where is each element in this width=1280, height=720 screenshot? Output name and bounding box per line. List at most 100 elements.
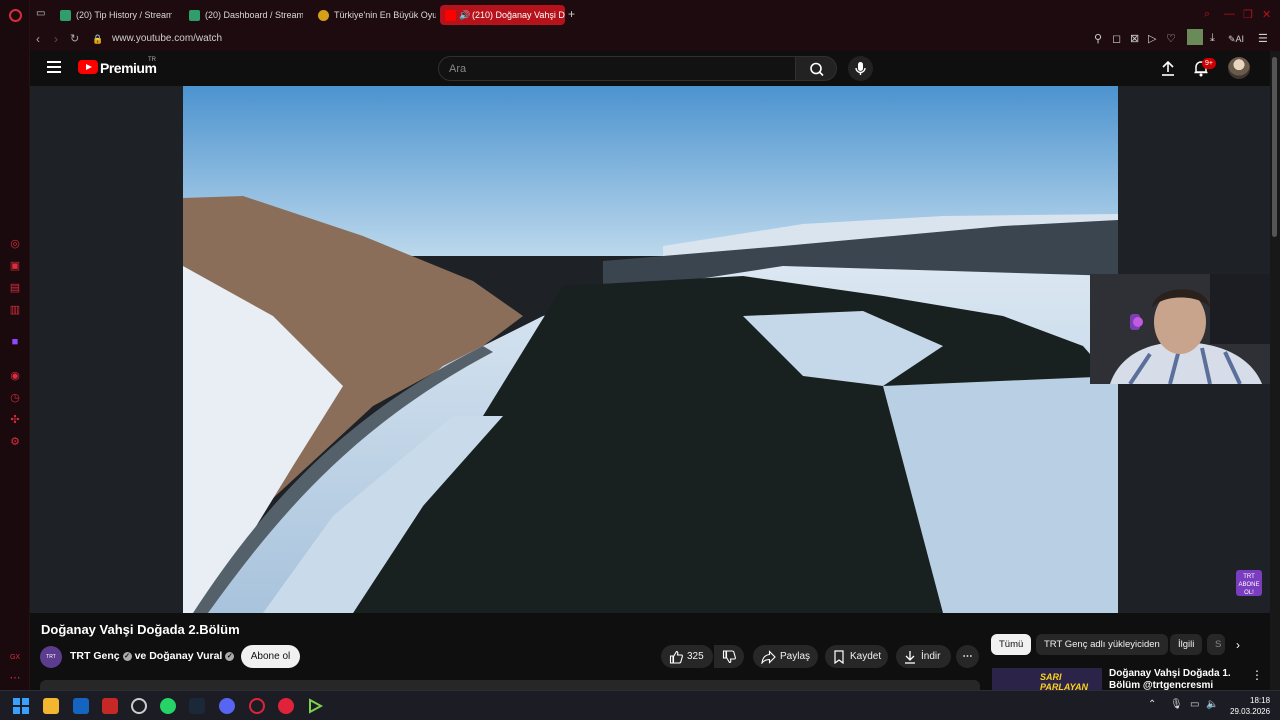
more-vertical-icon[interactable]: ⋮ [1251, 668, 1263, 682]
download-button[interactable]: İndir [896, 645, 951, 668]
thumbs-down-icon [722, 650, 736, 664]
clock[interactable]: 18:18 29.03.2026 [1230, 695, 1270, 717]
channel-name-secondary[interactable]: Doğanay Vural [149, 650, 222, 662]
close-icon[interactable]: ✕ [1262, 8, 1271, 21]
upload-icon[interactable] [1160, 59, 1176, 77]
sidebar-history-icon[interactable]: ◷ [9, 392, 21, 404]
microphone-icon [855, 62, 866, 75]
sidebar-player-icon[interactable]: ◉ [9, 370, 21, 382]
recommendation-title[interactable]: Doğanay Vahşi Doğada 1. Bölüm @trtgencre… [1109, 668, 1239, 692]
bookmark-pin-icon[interactable]: ⚲ [1094, 32, 1102, 45]
streamlabs-favicon-icon [60, 10, 71, 21]
new-tab-button[interactable]: + [568, 7, 575, 21]
sidebar-messenger-icon[interactable]: ▤ [9, 282, 21, 294]
subscribe-button[interactable]: Abone ol [241, 645, 300, 668]
tray-mic-icon[interactable]: 🎙 [1170, 699, 1183, 710]
search-input[interactable] [449, 61, 779, 77]
address-bar: ‹ › ↻ 🔒 www.youtube.com/watch ⚲ ◻ ⊠ ▷ ♡ … [30, 29, 1280, 51]
tab-turkiye-oyun[interactable]: Türkiye'nin En Büyük Oyu [312, 5, 436, 25]
reload-icon[interactable]: ↻ [70, 32, 79, 45]
channel-name-primary[interactable]: TRT Genç [70, 650, 120, 662]
video-frame[interactable] [183, 86, 1118, 613]
account-avatar[interactable] [1228, 57, 1250, 79]
youtube-favicon-icon [445, 10, 456, 21]
easy-setup-icon[interactable]: ☰ [1258, 32, 1268, 45]
sidebar-settings-icon[interactable]: ⚙ [9, 436, 21, 448]
discord-icon[interactable] [219, 698, 235, 714]
sidebar-more-icon[interactable]: ⋯ [9, 672, 21, 684]
chip-truncated[interactable]: S [1207, 634, 1225, 655]
youtube-header: Premium TR 9+ [30, 51, 1270, 86]
url-field[interactable]: www.youtube.com/watch [112, 33, 222, 44]
tab-youtube-active[interactable]: 🔊 (210) Doğanay Vahşi D [440, 5, 565, 25]
app-blue-icon[interactable] [73, 698, 89, 714]
extension-avatar-icon[interactable] [1187, 29, 1203, 45]
snapshot-icon[interactable]: ◻ [1112, 32, 1121, 45]
chip-all[interactable]: Tümü [991, 634, 1032, 655]
network-icon[interactable]: ▭ [1190, 699, 1199, 710]
forward-icon[interactable]: › [54, 32, 58, 46]
scrollbar-thumb[interactable] [1272, 57, 1277, 237]
share-button[interactable]: Paylaş [753, 645, 818, 668]
volume-icon[interactable]: 🔈 [1206, 699, 1218, 710]
app-green-arrow-icon[interactable] [307, 698, 324, 714]
heart-icon[interactable]: ♡ [1166, 32, 1176, 45]
clock-time: 18:18 [1250, 696, 1271, 705]
search-tabs-icon[interactable]: ⌕ [1204, 8, 1210, 21]
streamer-webcam-image [1090, 274, 1270, 384]
sidebar-app-icon[interactable]: ▥ [9, 304, 21, 316]
steam-icon[interactable] [189, 698, 205, 714]
player-icon[interactable]: ▷ [1148, 32, 1156, 45]
more-actions-button[interactable]: ⋯ [956, 645, 979, 668]
sidebar-aria-icon[interactable]: ◎ [9, 238, 21, 250]
save-button[interactable]: Kaydet [825, 645, 888, 668]
adblock-icon[interactable]: ⊠ [1130, 32, 1139, 45]
tab-label: Türkiye'nin En Büyük Oyu [334, 10, 436, 20]
tray-expand-icon[interactable]: ⌃ [1148, 699, 1156, 710]
opera-logo-icon[interactable] [9, 9, 22, 22]
obs-icon[interactable] [131, 698, 147, 714]
video-scene-image [183, 86, 1118, 613]
opera-gx-icon[interactable] [249, 698, 265, 714]
tab-dashboard[interactable]: (20) Dashboard / Streamla [183, 5, 303, 25]
tab-tip-history[interactable]: (20) Tip History / Streamla [54, 5, 172, 25]
whatsapp-icon[interactable] [160, 698, 176, 714]
lock-icon: 🔒 [92, 34, 104, 44]
maximize-icon[interactable]: ❐ [1243, 8, 1253, 21]
file-explorer-icon[interactable] [43, 698, 59, 714]
voice-search-button[interactable] [848, 56, 873, 81]
streamlabs-favicon-icon [189, 10, 200, 21]
chip-from-uploader[interactable]: TRT Genç adlı yükleyiciden [1036, 634, 1168, 655]
windows-start-icon[interactable] [13, 698, 29, 714]
share-label: Paylaş [780, 651, 811, 662]
dislike-button[interactable] [714, 645, 744, 668]
minimize-icon[interactable]: — [1224, 8, 1235, 20]
app-red-icon[interactable] [102, 698, 118, 714]
download-icon[interactable]: ⤓ [1210, 32, 1215, 45]
recommendation-thumbnail[interactable]: SARI PARLAYAN [992, 668, 1102, 690]
download-icon [905, 651, 915, 664]
tab-label: (210) Doğanay Vahşi D [472, 10, 565, 20]
speaker-icon[interactable]: 🔊 [459, 5, 470, 25]
video-player[interactable] [30, 86, 1270, 613]
trt-subscribe-watermark[interactable]: TRT ABONE OL! [1236, 570, 1262, 596]
download-label: İndir [921, 651, 941, 662]
channel-avatar[interactable]: TRT [40, 646, 62, 668]
back-icon[interactable]: ‹ [36, 32, 40, 46]
ai-button[interactable]: ✎AI [1228, 34, 1244, 45]
sidebar-gx-label-icon[interactable]: GX [9, 652, 21, 664]
sidebar-extensions-icon[interactable]: ✣ [9, 414, 21, 426]
description-box[interactable] [40, 680, 980, 690]
sidebar-gx-icon[interactable]: ▣ [9, 260, 21, 272]
chip-related[interactable]: İlgili [1170, 634, 1203, 655]
tab-overview-icon[interactable]: ▭ [36, 8, 45, 19]
page-scrollbar[interactable] [1270, 51, 1280, 690]
youtube-logo-icon[interactable] [78, 60, 98, 74]
like-button[interactable]: 325 [661, 645, 713, 668]
sidebar-twitch-icon[interactable]: ■ [9, 336, 21, 348]
search-button[interactable] [795, 56, 837, 81]
hamburger-menu-icon[interactable] [47, 61, 61, 73]
app-red-circle-icon[interactable] [278, 698, 294, 714]
chevron-right-icon[interactable]: › [1236, 638, 1240, 652]
windows-taskbar: ⌃ 🎙 ▭ 🔈 18:18 29.03.2026 [0, 690, 1280, 720]
